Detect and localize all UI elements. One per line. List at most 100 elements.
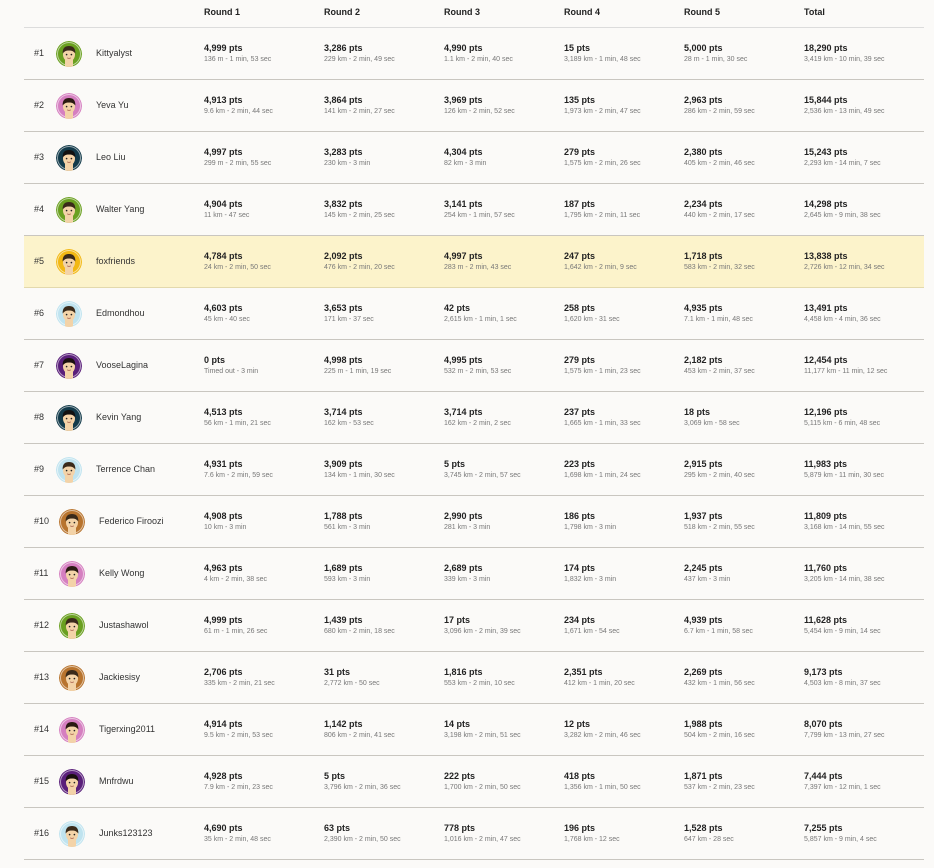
total-points: 9,173 pts bbox=[804, 667, 843, 677]
avatar[interactable] bbox=[59, 769, 85, 795]
avatar[interactable] bbox=[56, 301, 82, 327]
player-name[interactable]: Mnfrdwu bbox=[99, 776, 134, 786]
avatar[interactable] bbox=[56, 145, 82, 171]
total-detail: 2,645 km - 9 min, 38 sec bbox=[804, 212, 881, 219]
avatar[interactable] bbox=[56, 405, 82, 431]
round-1-cell: 4,928 pts 7.9 km - 2 min, 23 sec bbox=[204, 771, 273, 793]
leaderboard-rows: #1 Kittyalyst 4,999 pts 136 m - 1 min, 53 s… bbox=[24, 28, 924, 860]
round-3-cell: 17 pts 3,096 km - 2 min, 39 sec bbox=[444, 615, 521, 637]
player-name[interactable]: foxfriends bbox=[96, 256, 135, 266]
round-4-detail: 1,575 km - 1 min, 23 sec bbox=[564, 368, 641, 375]
avatar[interactable] bbox=[59, 561, 85, 587]
round-3-detail: 162 km - 2 min, 2 sec bbox=[444, 420, 511, 427]
round-5-detail: 295 km - 2 min, 40 sec bbox=[684, 472, 755, 479]
player-name[interactable]: Justashawol bbox=[99, 620, 149, 630]
round-3-points: 14 pts bbox=[444, 719, 471, 729]
round-5-points: 1,871 pts bbox=[684, 771, 723, 781]
player-name[interactable]: Tigerxing2011 bbox=[99, 724, 155, 734]
round-1-cell: 4,913 pts 9.6 km - 2 min, 44 sec bbox=[204, 95, 273, 117]
player-rank: #8 bbox=[34, 412, 45, 422]
round-5-detail: 504 km - 2 min, 16 sec bbox=[684, 732, 755, 739]
round-3-points: 2,689 pts bbox=[444, 563, 483, 573]
round-3-points: 4,304 pts bbox=[444, 147, 483, 157]
total-detail: 3,168 km - 14 min, 55 sec bbox=[804, 524, 885, 531]
round-3-points: 222 pts bbox=[444, 771, 476, 781]
round-3-detail: 283 m - 2 min, 43 sec bbox=[444, 264, 512, 271]
player-row: #15 Mnfrdwu 4,928 pts 7.9 km - 2 min, 23 se… bbox=[24, 756, 924, 808]
avatar[interactable] bbox=[56, 353, 82, 379]
avatar[interactable] bbox=[56, 93, 82, 119]
total-points: 8,070 pts bbox=[804, 719, 843, 729]
round-5-cell: 5,000 pts 28 m - 1 min, 30 sec bbox=[684, 43, 747, 65]
player-name[interactable]: VooseLagina bbox=[96, 360, 148, 370]
round-5-detail: 518 km - 2 min, 55 sec bbox=[684, 524, 755, 531]
round-2-points: 63 pts bbox=[324, 823, 351, 833]
player-row: #9 Terrence Chan 4,931 pts 7.6 km - 2 min, … bbox=[24, 444, 924, 496]
round-1-points: 4,913 pts bbox=[204, 95, 243, 105]
player-name[interactable]: Kevin Yang bbox=[96, 412, 141, 422]
player-name[interactable]: Junks123123 bbox=[99, 828, 153, 838]
player-row: #14 Tigerxing2011 4,914 pts 9.5 km - 2 min,… bbox=[24, 704, 924, 756]
round-3-detail: 82 km - 3 min bbox=[444, 160, 487, 167]
total-cell: 13,838 pts 2,726 km - 12 min, 34 sec bbox=[804, 251, 885, 273]
player-name[interactable]: Edmondhou bbox=[96, 308, 145, 318]
player-name[interactable]: Kittyalyst bbox=[96, 48, 132, 58]
avatar[interactable] bbox=[59, 509, 85, 535]
player-name[interactable]: Terrence Chan bbox=[96, 464, 155, 474]
avatar[interactable] bbox=[56, 249, 82, 275]
round-3-cell: 4,997 pts 283 m - 2 min, 43 sec bbox=[444, 251, 511, 273]
round-4-cell: 135 pts 1,973 km - 2 min, 47 sec bbox=[564, 95, 641, 117]
total-detail: 7,397 km - 12 min, 1 sec bbox=[804, 784, 881, 791]
total-detail: 5,879 km - 11 min, 30 sec bbox=[804, 472, 885, 479]
player-rank: #1 bbox=[34, 48, 45, 58]
round-3-cell: 2,990 pts 281 km - 3 min bbox=[444, 511, 490, 533]
round-1-points: 4,931 pts bbox=[204, 459, 243, 469]
round-2-detail: 145 km - 2 min, 25 sec bbox=[324, 212, 395, 219]
player-name[interactable]: Walter Yang bbox=[96, 204, 144, 214]
total-detail: 2,536 km - 13 min, 49 sec bbox=[804, 108, 885, 115]
round-4-detail: 1,620 km - 31 sec bbox=[564, 316, 620, 323]
total-cell: 9,173 pts 4,503 km - 8 min, 37 sec bbox=[804, 667, 881, 689]
avatar[interactable] bbox=[56, 41, 82, 67]
total-detail: 5,115 km - 6 min, 48 sec bbox=[804, 420, 881, 427]
total-cell: 7,444 pts 7,397 km - 12 min, 1 sec bbox=[804, 771, 881, 793]
round-1-cell: 4,908 pts 10 km - 3 min bbox=[204, 511, 246, 533]
avatar[interactable] bbox=[59, 821, 85, 847]
avatar[interactable] bbox=[59, 717, 85, 743]
total-points: 14,298 pts bbox=[804, 199, 848, 209]
round-2-detail: 162 km - 53 sec bbox=[324, 420, 374, 427]
avatar[interactable] bbox=[59, 613, 85, 639]
player-rank: #11 bbox=[34, 568, 49, 578]
round-3-detail: 1.1 km - 2 min, 40 sec bbox=[444, 56, 513, 63]
round-4-cell: 2,351 pts 412 km - 1 min, 20 sec bbox=[564, 667, 635, 689]
player-name[interactable]: Leo Liu bbox=[96, 152, 126, 162]
avatar-icon bbox=[59, 665, 85, 691]
player-name[interactable]: Jackiesisy bbox=[99, 672, 140, 682]
round-4-detail: 1,973 km - 2 min, 47 sec bbox=[564, 108, 641, 115]
round-2-cell: 3,283 pts 230 km - 3 min bbox=[324, 147, 370, 169]
round-3-points: 778 pts bbox=[444, 823, 476, 833]
round-3-cell: 42 pts 2,615 km - 1 min, 1 sec bbox=[444, 303, 517, 325]
avatar[interactable] bbox=[59, 665, 85, 691]
round-3-detail: 1,016 km - 2 min, 47 sec bbox=[444, 836, 521, 843]
round-4-detail: 1,795 km - 2 min, 11 sec bbox=[564, 212, 641, 219]
player-rank: #9 bbox=[34, 464, 45, 474]
player-name[interactable]: Yeva Yu bbox=[96, 100, 129, 110]
round-2-detail: 476 km - 2 min, 20 sec bbox=[324, 264, 395, 271]
round-2-points: 3,909 pts bbox=[324, 459, 363, 469]
round-1-cell: 4,690 pts 35 km - 2 min, 48 sec bbox=[204, 823, 271, 845]
round-4-points: 247 pts bbox=[564, 251, 596, 261]
round-3-points: 4,995 pts bbox=[444, 355, 483, 365]
total-detail: 4,503 km - 8 min, 37 sec bbox=[804, 680, 881, 687]
round-3-detail: 532 m - 2 min, 53 sec bbox=[444, 368, 512, 375]
round-1-points: 4,914 pts bbox=[204, 719, 243, 729]
header-round-4: Round 4 bbox=[564, 7, 600, 17]
round-2-detail: 225 m - 1 min, 19 sec bbox=[324, 368, 392, 375]
round-5-detail: 437 km - 3 min bbox=[684, 576, 731, 583]
player-name[interactable]: Federico Firoozi bbox=[99, 516, 164, 526]
total-cell: 15,243 pts 2,293 km - 14 min, 7 sec bbox=[804, 147, 881, 169]
round-4-points: 223 pts bbox=[564, 459, 596, 469]
avatar[interactable] bbox=[56, 197, 82, 223]
avatar[interactable] bbox=[56, 457, 82, 483]
player-name[interactable]: Kelly Wong bbox=[99, 568, 144, 578]
